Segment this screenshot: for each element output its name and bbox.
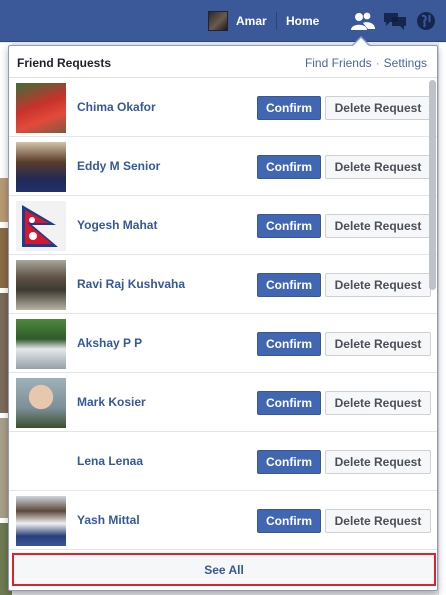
request-row: Yash Mittal Confirm Delete Request	[9, 491, 437, 550]
requester-name[interactable]: Ravi Raj Kushvaha	[77, 277, 185, 291]
avatar[interactable]	[16, 201, 66, 251]
avatar[interactable]	[16, 496, 66, 546]
avatar[interactable]	[16, 260, 66, 310]
confirm-button[interactable]: Confirm	[257, 391, 321, 415]
request-row: Lena Lenaa Confirm Delete Request	[9, 432, 437, 491]
background-page-right	[438, 43, 446, 595]
requester-name[interactable]: Yash Mittal	[77, 513, 140, 527]
dropdown-title: Friend Requests	[17, 56, 112, 70]
notifications-globe-icon[interactable]	[413, 10, 439, 32]
user-name: Amar	[236, 14, 267, 28]
confirm-button[interactable]: Confirm	[257, 273, 321, 297]
avatar[interactable]	[16, 319, 66, 369]
request-list: Chima Okafor Confirm Delete Request Eddy…	[9, 78, 437, 550]
request-row: Ravi Raj Kushvaha Confirm Delete Request	[9, 255, 437, 314]
delete-request-button[interactable]: Delete Request	[325, 391, 431, 415]
profile-link[interactable]: Amar	[208, 11, 267, 31]
settings-link[interactable]: Settings	[384, 56, 427, 70]
request-row: Eddy M Senior Confirm Delete Request	[9, 137, 437, 196]
find-friends-link[interactable]: Find Friends	[305, 56, 372, 70]
confirm-button[interactable]: Confirm	[257, 450, 321, 474]
header-links: Find Friends · Settings	[305, 56, 427, 70]
request-row: Mark Kosier Confirm Delete Request	[9, 373, 437, 432]
requester-name[interactable]: Eddy M Senior	[77, 159, 160, 173]
delete-request-button[interactable]: Delete Request	[325, 509, 431, 533]
requester-name[interactable]: Lena Lenaa	[77, 454, 143, 468]
delete-request-button[interactable]: Delete Request	[325, 332, 431, 356]
avatar[interactable]	[16, 437, 66, 487]
see-all-button[interactable]: See All	[12, 553, 436, 586]
delete-request-button[interactable]: Delete Request	[325, 214, 431, 238]
divider	[276, 12, 277, 30]
requester-name[interactable]: Akshay P P	[77, 336, 142, 350]
requester-name[interactable]: Mark Kosier	[77, 395, 146, 409]
delete-request-button[interactable]: Delete Request	[325, 273, 431, 297]
confirm-button[interactable]: Confirm	[257, 96, 321, 120]
nepal-flag-icon	[22, 205, 58, 247]
avatar[interactable]	[16, 142, 66, 192]
avatar	[208, 11, 228, 31]
confirm-button[interactable]: Confirm	[257, 509, 321, 533]
delete-request-button[interactable]: Delete Request	[325, 450, 431, 474]
request-row: Chima Okafor Confirm Delete Request	[9, 78, 437, 137]
requester-name[interactable]: Yogesh Mahat	[77, 218, 157, 232]
delete-request-button[interactable]: Delete Request	[325, 96, 431, 120]
confirm-button[interactable]: Confirm	[257, 155, 321, 179]
request-row: Akshay P P Confirm Delete Request	[9, 314, 437, 373]
home-link[interactable]: Home	[286, 14, 319, 28]
dropdown-header: Friend Requests Find Friends · Settings	[9, 46, 437, 78]
delete-request-button[interactable]: Delete Request	[325, 155, 431, 179]
avatar[interactable]	[16, 378, 66, 428]
messages-icon[interactable]	[382, 10, 408, 32]
friend-requests-dropdown: Friend Requests Find Friends · Settings Ch…	[8, 45, 438, 591]
friend-requests-icon[interactable]	[350, 10, 376, 32]
confirm-button[interactable]: Confirm	[257, 332, 321, 356]
scrollbar[interactable]	[429, 80, 436, 290]
request-row: Yogesh Mahat Confirm Delete Request	[9, 196, 437, 255]
top-bar: Amar Home	[0, 0, 446, 42]
link-separator: ·	[375, 56, 380, 70]
requester-name[interactable]: Chima Okafor	[77, 100, 156, 114]
avatar[interactable]	[16, 83, 66, 133]
confirm-button[interactable]: Confirm	[257, 214, 321, 238]
